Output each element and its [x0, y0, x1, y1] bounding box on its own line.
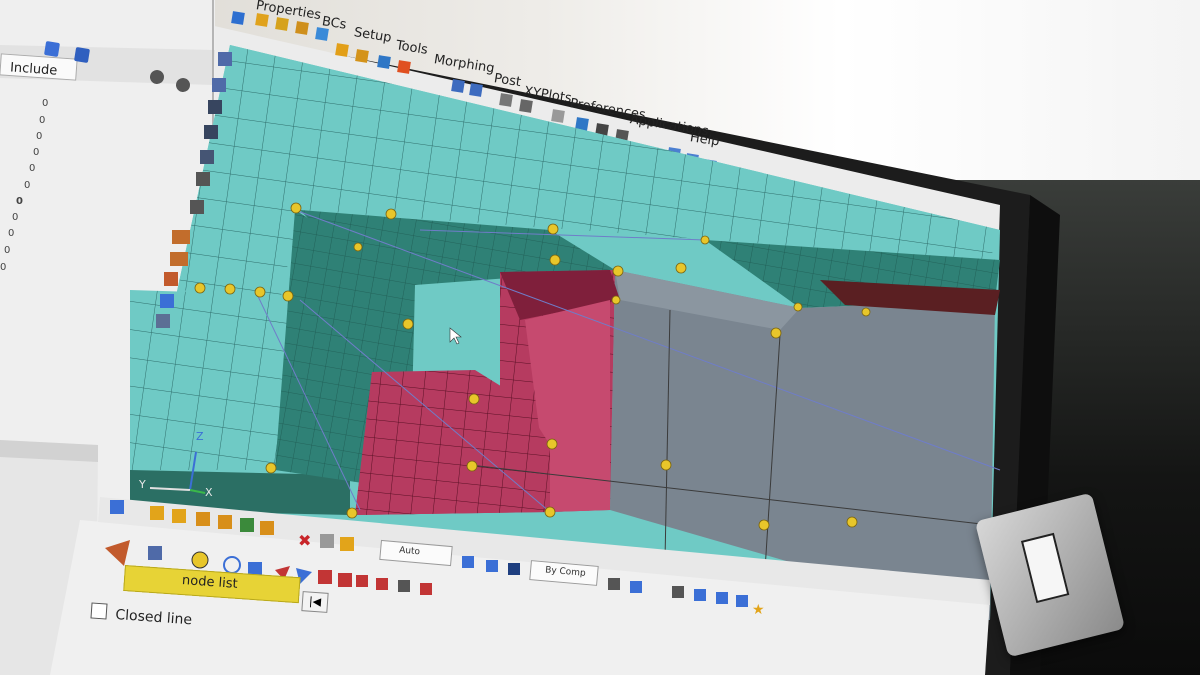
svg-text:✖: ✖ [298, 531, 311, 550]
reset-selection-button[interactable]: |◀ [301, 591, 329, 613]
svg-text:★: ★ [752, 602, 765, 618]
node-list-label: node list [181, 573, 239, 592]
closed-line-checkbox[interactable] [90, 602, 108, 620]
device-label [1020, 532, 1070, 604]
by-comp-value: By Comp [544, 565, 587, 579]
auto-value: Auto [398, 545, 421, 558]
